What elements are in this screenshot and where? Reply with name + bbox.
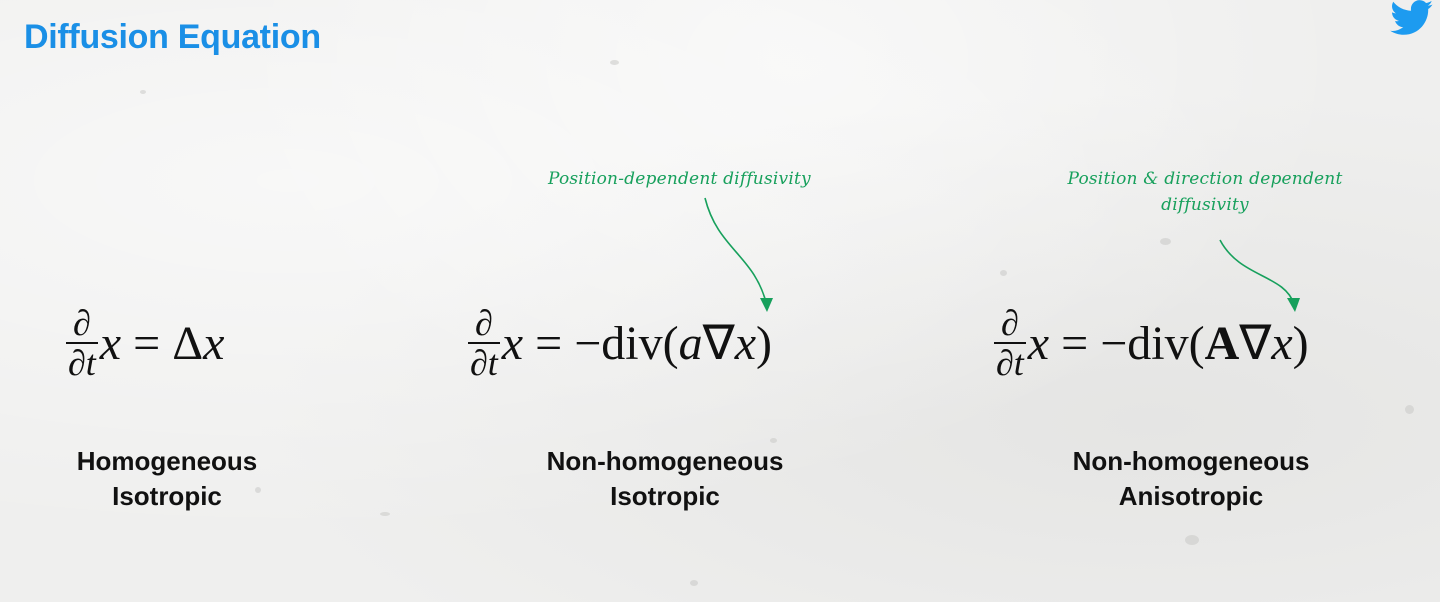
label-line2: Isotropic — [610, 481, 720, 511]
label-homogeneous-isotropic: Homogeneous Isotropic — [56, 444, 278, 514]
label-line2: Anisotropic — [1118, 481, 1264, 511]
label-line2: Isotropic — [112, 481, 222, 511]
label-nonhomogeneous-anisotropic: Non-homogeneous Anisotropic — [1046, 444, 1336, 514]
label-nonhomogeneous-isotropic: Non-homogeneous Isotropic — [520, 444, 810, 514]
label-line1: Homogeneous — [76, 446, 258, 476]
label-line1: Non-homogeneous — [546, 446, 784, 476]
label-line1: Non-homogeneous — [1072, 446, 1310, 476]
